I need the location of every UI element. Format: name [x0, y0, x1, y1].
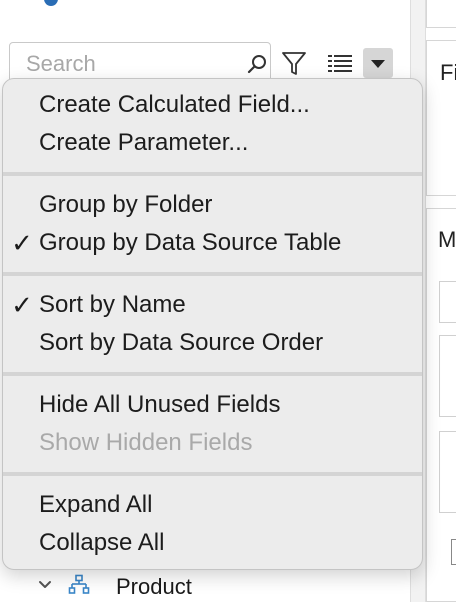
- menu-item-collapse-all[interactable]: Collapse All: [39, 526, 164, 560]
- hierarchy-icon: [68, 574, 90, 594]
- menu-item-group-by-folder[interactable]: Group by Folder: [39, 188, 212, 222]
- menu-item-sort-by-data-source-order[interactable]: Sort by Data Source Order: [39, 326, 323, 360]
- menu-separator: [3, 172, 422, 176]
- menu-item-label: Sort by Name: [39, 291, 186, 318]
- menu-item-sort-by-name[interactable]: ✓ Sort by Name: [11, 288, 186, 322]
- menu-item-group-by-data-source-table[interactable]: ✓ Group by Data Source Table: [11, 226, 342, 260]
- caret-down-icon: [371, 60, 385, 68]
- datasource-icon: [44, 0, 58, 6]
- menu-item-label: Group by Data Source Table: [39, 229, 342, 256]
- filters-card-title: Fi: [440, 60, 456, 85]
- menu-item-label: Collapse All: [39, 529, 165, 556]
- tree-item-label: Product: [116, 574, 192, 599]
- right-pane-card-top: [426, 0, 456, 28]
- top-tab-fragment: [24, 0, 264, 6]
- marks-card-body: [439, 335, 456, 417]
- menu-item-label: Create Calculated Field...: [39, 91, 310, 118]
- menu-item-label: Expand All: [39, 491, 153, 518]
- marks-control[interactable]: [439, 281, 456, 323]
- data-pane-options-menu: Create Calculated Field... Create Parame…: [2, 78, 423, 570]
- menu-separator: [3, 272, 422, 276]
- search-input[interactable]: [26, 51, 226, 77]
- menu-item-label: Create Parameter...: [39, 129, 249, 156]
- menu-item-create-parameter[interactable]: Create Parameter...: [39, 126, 248, 160]
- tree-row-product[interactable]: Product: [30, 572, 290, 602]
- marks-card-title: M: [438, 227, 456, 252]
- menu-item-create-calculated-field[interactable]: Create Calculated Field...: [39, 88, 310, 122]
- checkmark-icon: ✓: [11, 228, 33, 258]
- menu-item-label: Show Hidden Fields: [39, 429, 253, 456]
- menu-item-label: Sort by Data Source Order: [39, 329, 324, 356]
- marks-card-body-2: [439, 431, 456, 513]
- right-pane: [426, 0, 456, 602]
- menu-separator: [3, 372, 422, 376]
- chevron-down-icon[interactable]: [38, 580, 52, 590]
- view-options-dropdown-button[interactable]: [363, 48, 393, 78]
- menu-item-label: Group by Folder: [39, 191, 213, 218]
- menu-separator: [3, 472, 422, 476]
- right-pane-card-marks: [426, 208, 456, 602]
- list-view-icon[interactable]: [327, 53, 353, 75]
- menu-item-label: Hide All Unused Fields: [39, 391, 281, 418]
- menu-item-show-hidden-fields: Show Hidden Fields: [39, 426, 252, 460]
- menu-item-expand-all[interactable]: Expand All: [39, 488, 152, 522]
- menu-item-hide-all-unused-fields[interactable]: Hide All Unused Fields: [39, 388, 280, 422]
- checkmark-icon: ✓: [11, 290, 33, 320]
- filter-icon[interactable]: [280, 50, 308, 78]
- marks-checkbox[interactable]: [451, 539, 456, 565]
- search-icon[interactable]: [246, 53, 268, 75]
